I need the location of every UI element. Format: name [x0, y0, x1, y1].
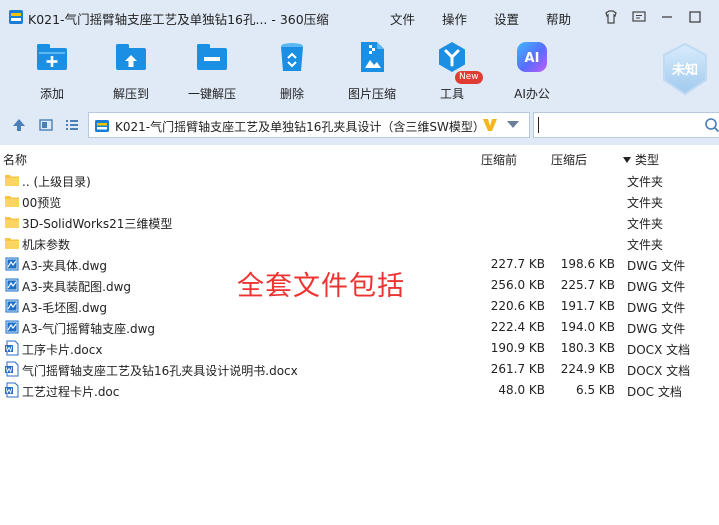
extract-to-button[interactable]: 解压到 [96, 40, 166, 102]
overlay-caption: 全套文件包括 [237, 271, 405, 302]
file-row[interactable]: 气门摇臂轴支座工艺及钻16孔夹具设计说明书.docx 261.7 KB 224.9 … [0, 359, 719, 380]
address-row: K021-气门摇臂轴支座工艺及单独钻16孔夹具设计（含三维SW模型） [0, 106, 719, 142]
skin-icon[interactable] [603, 9, 619, 25]
search-icon[interactable] [704, 117, 719, 133]
path-dropdown-icon[interactable] [507, 121, 519, 128]
ai-office-icon: AI [517, 42, 547, 72]
app-logo-icon [9, 10, 23, 24]
extract-to-icon [116, 44, 146, 70]
path-bar[interactable]: K021-气门摇臂轴支座工艺及单独钻16孔夹具设计（含三维SW模型） [88, 112, 530, 138]
column-packed[interactable]: 压缩后 [551, 151, 587, 168]
file-row[interactable]: 工艺过程卡片.doc 48.0 KB 6.5 KB DOC 文档 [0, 380, 719, 401]
file-type: DOCX 文档 [627, 343, 691, 357]
menu-settings[interactable]: 设置 [494, 9, 519, 28]
file-packed-size: 180.3 KB [560, 341, 615, 355]
extract-to-label: 解压到 [112, 87, 149, 101]
image-compress-label: 图片压缩 [347, 87, 396, 101]
menu-help[interactable]: 帮助 [546, 9, 571, 28]
sort-desc-icon [623, 157, 631, 163]
vip-v-icon[interactable] [481, 116, 499, 134]
file-row[interactable]: 3D-SolidWorks21三维模型 文件夹 [0, 212, 719, 233]
new-badge: New [455, 71, 483, 84]
ai-office-button[interactable]: AI AI办公 [497, 40, 567, 102]
folder-icon [4, 193, 20, 209]
one-click-extract-label: 一键解压 [187, 87, 236, 101]
one-click-extract-button[interactable]: 一键解压 [177, 40, 247, 102]
file-packed-size: 224.9 KB [560, 362, 615, 376]
ai-glyph: AI [525, 51, 540, 66]
file-list: 名称 压缩前 压缩后 类型 .. (上级目录) 文件夹 00预览 文件夹 3D-Soli… [0, 145, 719, 525]
activation-label: 未知 [671, 62, 698, 78]
text-caret [538, 117, 539, 133]
file-type: DOCX 文档 [627, 364, 691, 378]
column-type[interactable]: 类型 [623, 151, 659, 168]
file-row[interactable]: 工序卡片.docx 190.9 KB 180.3 KB DOCX 文档 [0, 338, 719, 359]
list-view-icon[interactable] [64, 117, 80, 133]
file-row[interactable]: 机床参数 文件夹 [0, 233, 719, 254]
up-arrow-icon[interactable] [11, 117, 27, 133]
file-type: DWG 文件 [627, 322, 686, 336]
folder-icon [4, 214, 20, 230]
menu-file[interactable]: 文件 [390, 9, 415, 28]
feedback-icon[interactable] [631, 9, 647, 25]
file-row[interactable]: 00预览 文件夹 [0, 191, 719, 212]
path-text: K021-气门摇臂轴支座工艺及单独钻16孔夹具设计（含三维SW模型） [115, 120, 485, 134]
file-type: 文件夹 [627, 217, 664, 231]
image-compress-button[interactable]: 图片压缩 [337, 40, 407, 102]
file-type: DWG 文件 [627, 301, 686, 315]
file-name: 3D-SolidWorks21三维模型 [22, 217, 173, 231]
file-packed-size: 194.0 KB [560, 320, 615, 334]
add-label: 添加 [39, 87, 64, 101]
minimize-icon[interactable] [659, 9, 675, 25]
title-bar: K021-气门摇臂轴支座工艺及单独钻16孔... - 360压缩 文件 操作 设… [0, 0, 719, 34]
file-packed-size: 6.5 KB [576, 383, 615, 397]
file-type: DWG 文件 [627, 280, 686, 294]
file-name: 机床参数 [22, 238, 71, 252]
folder-icon [4, 235, 20, 251]
maximize-icon[interactable] [687, 9, 703, 25]
search-input[interactable] [536, 115, 696, 135]
thumbnail-view-icon[interactable] [38, 117, 54, 133]
delete-button[interactable]: 删除 [257, 40, 327, 102]
tools-icon [439, 42, 465, 72]
archive-icon [95, 120, 109, 132]
add-button[interactable]: 添加 [17, 40, 87, 102]
activation-shield-icon[interactable]: 未知 [660, 42, 710, 96]
folder-icon [4, 172, 20, 188]
file-type: 文件夹 [627, 196, 664, 210]
file-type: DOC 文档 [627, 385, 682, 399]
column-type-label: 类型 [635, 153, 660, 167]
column-size[interactable]: 压缩前 [481, 151, 517, 168]
column-name[interactable]: 名称 [3, 151, 27, 168]
add-icon [37, 44, 67, 70]
delete-icon [281, 43, 303, 71]
image-compress-icon [361, 42, 384, 72]
one-click-extract-icon [197, 44, 227, 70]
delete-label: 删除 [279, 87, 304, 101]
file-row[interactable]: A3-气门摇臂轴支座.dwg 222.4 KB 194.0 KB DWG 文件 [0, 317, 719, 338]
file-type: 文件夹 [627, 238, 664, 252]
window-title: K021-气门摇臂轴支座工艺及单独钻16孔... - 360压缩 [28, 12, 329, 27]
file-row[interactable]: .. (上级目录) 文件夹 [0, 170, 719, 191]
file-name: .. (上级目录) [22, 175, 91, 189]
file-type: 文件夹 [627, 175, 664, 189]
search-box[interactable] [533, 112, 719, 138]
menu-operation[interactable]: 操作 [442, 9, 467, 28]
tools-label: 工具 [439, 87, 464, 101]
ai-office-label: AI办公 [514, 87, 550, 101]
file-type: DWG 文件 [627, 259, 686, 273]
toolbar: 添加 解压到 一键解压 删除 图片压缩 工具 AI AI办公 New [0, 34, 719, 106]
file-name: 00预览 [22, 196, 62, 210]
column-header-row: 名称 压缩前 压缩后 类型 [0, 145, 719, 169]
